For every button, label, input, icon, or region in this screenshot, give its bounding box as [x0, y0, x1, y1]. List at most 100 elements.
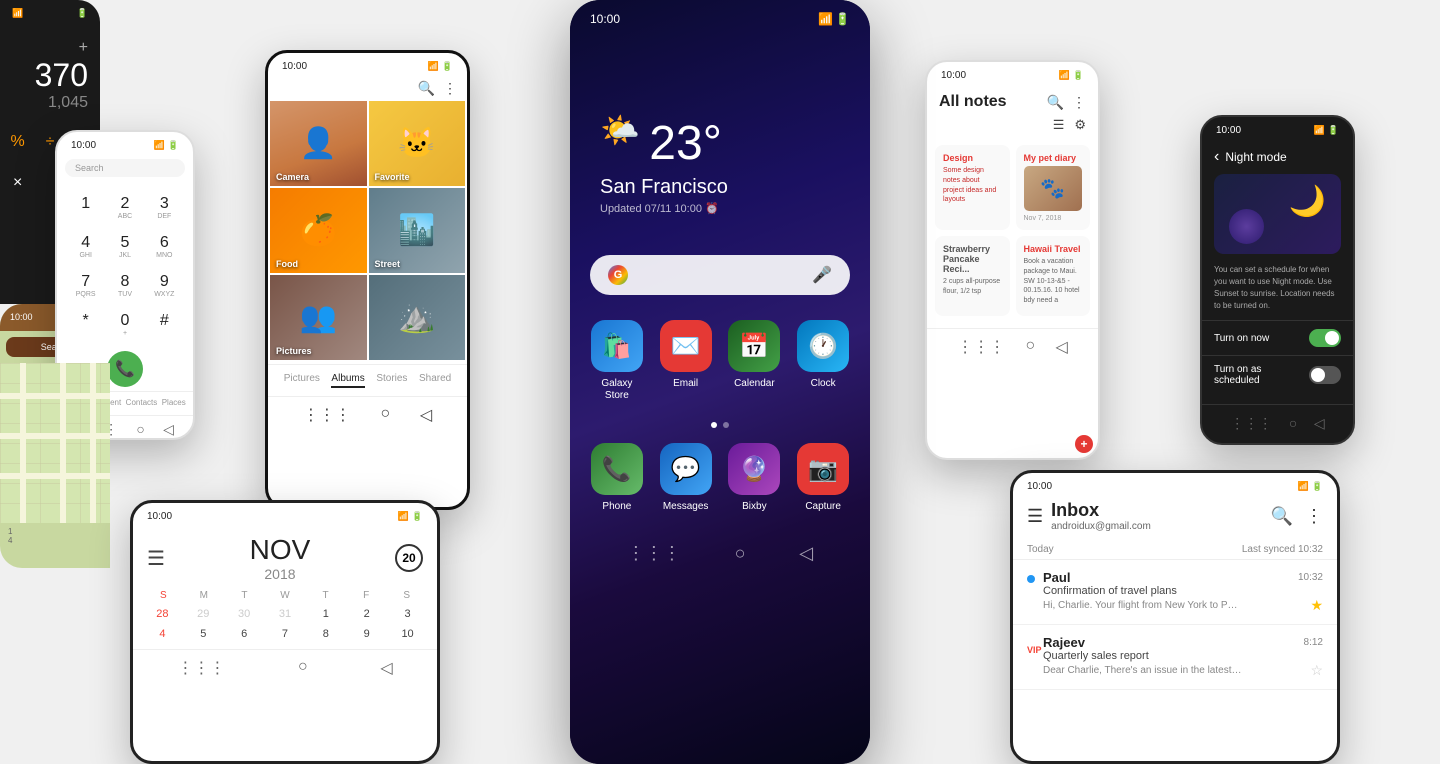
notes-menu-icon[interactable]: ☰ [1053, 117, 1065, 133]
notes-nav-back[interactable]: ⋮⋮⋮ [957, 337, 1005, 357]
tab-contacts[interactable]: Contacts [126, 398, 158, 407]
night-mode-phone: 10:00 📶🔋 ‹ Night mode 🌙 You can set a sc… [1200, 115, 1355, 445]
calendar-today-badge[interactable]: 20 [395, 544, 423, 572]
cal-day-6[interactable]: 6 [225, 625, 264, 643]
cal-day-8[interactable]: 8 [306, 625, 345, 643]
cal-day-1[interactable]: 1 [306, 605, 345, 623]
notes-search-icon[interactable]: 🔍 [1047, 94, 1064, 111]
notes-nav-recent[interactable]: ◁ [1055, 337, 1067, 357]
dial-key-2[interactable]: 2ABC [106, 189, 143, 226]
dial-key-5[interactable]: 5JKL [106, 228, 143, 265]
email-paul-content: Paul 10:32 Confirmation of travel plans … [1043, 570, 1323, 614]
cal-day-10[interactable]: 10 [388, 625, 427, 643]
app-calendar[interactable]: 📅 Calendar [728, 320, 782, 402]
nav-home[interactable]: ○ [735, 543, 746, 564]
cal-day-31[interactable]: 31 [266, 605, 305, 623]
inbox-menu-icon[interactable]: ☰ [1027, 506, 1043, 527]
note-pet-diary[interactable]: My pet diary 🐾 Nov 7, 2018 [1016, 145, 1091, 230]
cal-day-28[interactable]: 28 [143, 605, 182, 623]
cal-day-29[interactable]: 29 [184, 605, 223, 623]
note-add-btn[interactable]: + [1075, 435, 1093, 453]
gallery-tab-shared[interactable]: Shared [419, 373, 451, 388]
app-bixby[interactable]: 🔮 Bixby [728, 443, 782, 513]
app-messages[interactable]: 💬 Messages [659, 443, 713, 513]
gallery-tab-albums[interactable]: Albums [331, 373, 364, 388]
cal-day-3[interactable]: 3 [388, 605, 427, 623]
calendar-label: Calendar [734, 378, 775, 390]
cal-day-7[interactable]: 7 [266, 625, 305, 643]
app-capture[interactable]: 📷 Capture [796, 443, 850, 513]
app-galaxy-store[interactable]: 🛍️ GalaxyStore [590, 320, 644, 402]
email-rajeev-star[interactable]: ☆ [1310, 662, 1323, 679]
email-item-paul[interactable]: Paul 10:32 Confirmation of travel plans … [1013, 560, 1337, 625]
night-nav-recent[interactable]: ◁ [1314, 415, 1325, 432]
cal-day-9[interactable]: 9 [347, 625, 386, 643]
night-toggle-scheduled[interactable] [1309, 366, 1341, 384]
cal-nav-home[interactable]: ○ [298, 658, 308, 678]
inbox-status-bar: 10:00 📶🔋 [1013, 473, 1337, 496]
album-favorite[interactable]: 🐱 Favorite [369, 101, 466, 186]
note-pancake[interactable]: Strawberry Pancake Reci... 2 cups all-pu… [935, 236, 1010, 316]
email-rajeev-subject: Quarterly sales report [1043, 650, 1323, 662]
dial-key-8[interactable]: 8TUV [106, 267, 143, 304]
google-search-bar[interactable]: G 🎤 [590, 255, 850, 295]
cal-day-2[interactable]: 2 [347, 605, 386, 623]
gallery-signal: 📶🔋 [428, 61, 453, 72]
nav-back[interactable]: ⋮⋮⋮ [627, 543, 681, 564]
notes-more-icon[interactable]: ⋮ [1072, 94, 1086, 111]
tab-places[interactable]: Places [162, 398, 186, 407]
gallery-nav-recent[interactable]: ◁ [420, 405, 432, 425]
notes-nav-home[interactable]: ○ [1025, 337, 1035, 357]
dial-key-0[interactable]: 0+ [106, 306, 143, 343]
album-street[interactable]: 🏙️ Street [369, 188, 466, 273]
dial-key-7[interactable]: 7PQRS [67, 267, 104, 304]
calendar-menu-icon[interactable]: ☰ [147, 546, 165, 571]
nav-home-btn[interactable]: ○ [136, 421, 144, 438]
gallery-nav-home[interactable]: ○ [381, 405, 391, 425]
app-phone[interactable]: 📞 Phone [590, 443, 644, 513]
inbox-more-icon[interactable]: ⋮ [1305, 506, 1323, 527]
album-pictures[interactable]: 👥 Pictures [270, 275, 367, 360]
dial-key-4[interactable]: 4GHI [67, 228, 104, 265]
album-mountains[interactable]: ⛰️ [369, 275, 466, 360]
inbox-search-icon[interactable]: 🔍 [1271, 506, 1293, 527]
app-email[interactable]: ✉️ Email [659, 320, 713, 402]
night-back-btn[interactable]: ‹ [1214, 148, 1219, 166]
notes-sort-icon[interactable]: ⚙ [1074, 117, 1086, 133]
page-dots [570, 422, 870, 428]
call-button[interactable]: 📞 [107, 351, 143, 387]
dial-key-1[interactable]: 1 [67, 189, 104, 226]
note-design[interactable]: Design Some design notes about project i… [935, 145, 1010, 230]
gallery-more-icon[interactable]: ⋮ [443, 80, 457, 97]
dial-key-6[interactable]: 6MNO [146, 228, 183, 265]
cal-day-5[interactable]: 5 [184, 625, 223, 643]
email-item-rajeev[interactable]: VIP Rajeev 8:12 Quarterly sales report D… [1013, 625, 1337, 690]
dialer-search[interactable]: Search [65, 159, 185, 177]
cal-nav-recent[interactable]: ◁ [380, 658, 392, 678]
bixby-label: Bixby [742, 501, 766, 513]
gallery-nav-back[interactable]: ⋮⋮⋮ [303, 405, 351, 425]
gallery-tab-pictures[interactable]: Pictures [284, 373, 320, 388]
note-hawaii[interactable]: Hawaii Travel Book a vacation package to… [1016, 236, 1091, 316]
gallery-tab-stories[interactable]: Stories [376, 373, 407, 388]
dial-key-3[interactable]: 3DEF [146, 189, 183, 226]
cal-day-30[interactable]: 30 [225, 605, 264, 623]
night-nav-home[interactable]: ○ [1289, 415, 1297, 432]
gallery-search-icon[interactable]: 🔍 [418, 80, 435, 97]
night-toggle-on[interactable] [1309, 329, 1341, 347]
album-food[interactable]: 🍊 Food [270, 188, 367, 273]
calc-btn-percent[interactable]: % [2, 122, 33, 162]
calc-btn-x[interactable]: × [2, 163, 33, 203]
nav-recent[interactable]: ◁ [799, 543, 813, 564]
email-paul-star[interactable]: ★ [1310, 597, 1323, 614]
dial-key-star[interactable]: * [67, 306, 104, 343]
app-clock[interactable]: 🕐 Clock [796, 320, 850, 402]
album-camera[interactable]: 👤 Camera [270, 101, 367, 186]
nav-recent-btn[interactable]: ◁ [163, 421, 174, 438]
night-nav-back[interactable]: ⋮⋮⋮ [1230, 415, 1272, 432]
inbox-phone: 10:00 📶🔋 ☰ Inbox androidux@gmail.com 🔍 ⋮… [1010, 470, 1340, 764]
dial-key-9[interactable]: 9WXYZ [146, 267, 183, 304]
cal-nav-back[interactable]: ⋮⋮⋮ [177, 658, 225, 678]
dial-key-hash[interactable]: # [146, 306, 183, 343]
cal-day-4[interactable]: 4 [143, 625, 182, 643]
